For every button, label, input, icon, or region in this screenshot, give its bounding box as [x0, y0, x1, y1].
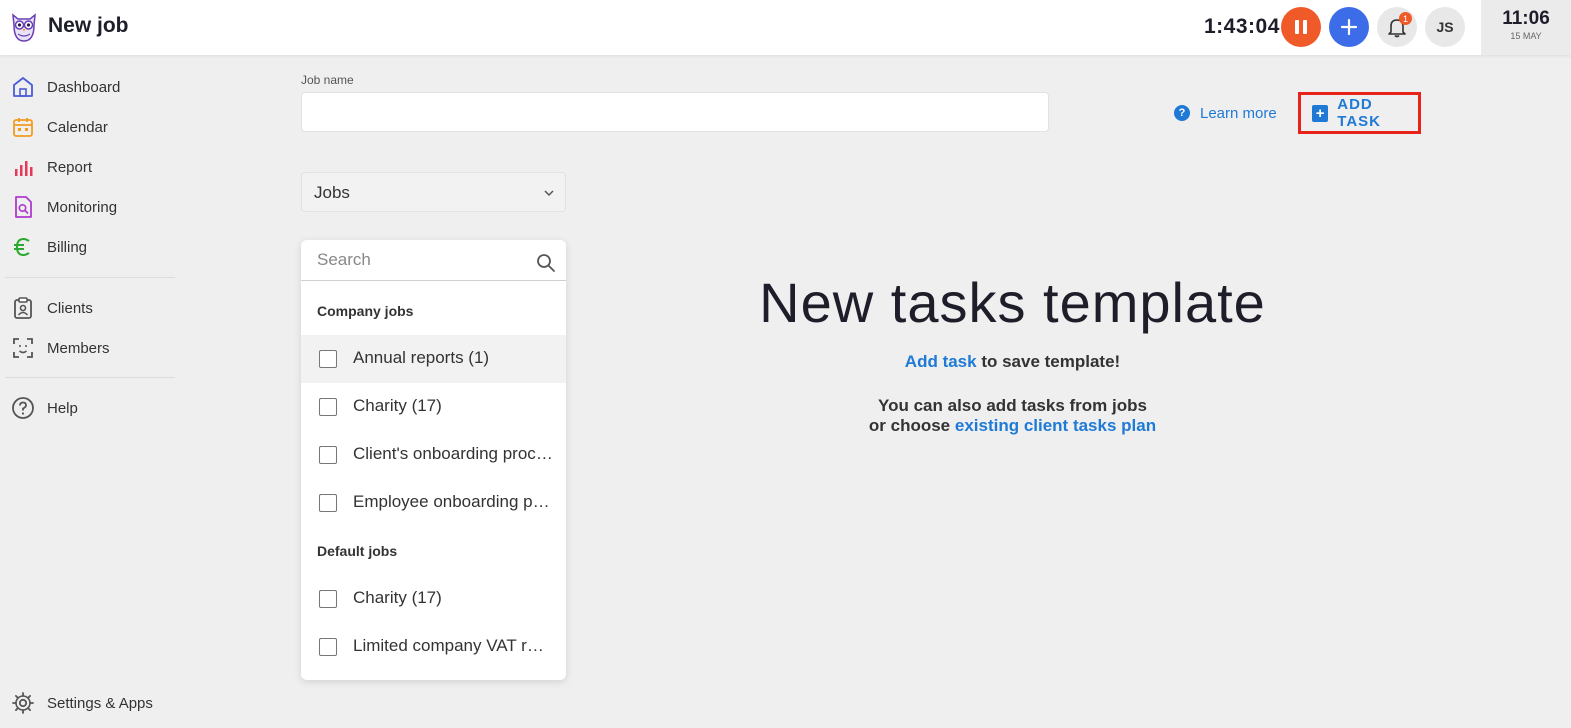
face-scan-icon: [13, 338, 33, 358]
sidebar-item-label: Clients: [47, 299, 93, 317]
sidebar-item-label: Help: [47, 399, 78, 417]
sidebar-item-monitoring[interactable]: Monitoring: [0, 187, 175, 227]
sidebar-item-label: Calendar: [47, 118, 108, 136]
hint-line-2: or choose existing client tasks plan: [700, 416, 1325, 436]
pause-icon: [1295, 20, 1307, 34]
timer-display: 1:43:04: [1204, 15, 1280, 38]
hint-line-1: You can also add tasks from jobs: [878, 396, 1147, 415]
template-hint: Add task to save template!: [700, 352, 1325, 372]
hint-line-2-text: or choose: [868, 416, 955, 435]
sidebar-item-report[interactable]: Report: [0, 147, 175, 187]
template-hint-secondary: You can also add tasks from jobs or choo…: [700, 396, 1325, 436]
job-option[interactable]: Client's onboarding process: [301, 431, 566, 479]
pause-timer-button[interactable]: [1281, 7, 1321, 47]
user-avatar[interactable]: JS: [1425, 7, 1465, 47]
job-option-label: Limited company VAT return: [353, 636, 553, 655]
jobs-dropdown-panel: Company jobs Annual reports (1) Charity …: [301, 240, 566, 680]
checkbox[interactable]: [319, 398, 337, 416]
clipboard-user-icon: [14, 297, 32, 319]
sidebar-divider: [5, 377, 175, 378]
sidebar-item-billing[interactable]: Billing: [0, 227, 175, 267]
sidebar-divider: [5, 277, 175, 278]
sidebar-item-label: Dashboard: [47, 78, 121, 96]
add-task-link[interactable]: Add task: [905, 352, 977, 371]
euro-icon: [14, 237, 30, 257]
document-search-icon: [15, 196, 32, 218]
template-title: New tasks template: [759, 271, 1266, 334]
sidebar-item-help[interactable]: Help: [0, 388, 175, 428]
search-input[interactable]: [301, 240, 526, 280]
sidebar-item-label: Members: [47, 339, 110, 357]
sidebar-item-dashboard[interactable]: Dashboard: [0, 67, 175, 107]
calendar-icon: [13, 118, 33, 137]
top-bar: New job 1:43:04 1 JS 11:06 15 MAY: [0, 0, 1571, 55]
learn-more-link[interactable]: ? Learn more: [1174, 103, 1277, 123]
plus-icon: [1340, 18, 1358, 36]
job-option[interactable]: Employee onboarding process: [301, 479, 566, 527]
search-box: [301, 240, 566, 281]
gear-icon: [12, 692, 34, 714]
chevron-down-icon: [544, 190, 554, 197]
checkbox[interactable]: [319, 446, 337, 464]
existing-plan-link[interactable]: existing client tasks plan: [955, 416, 1156, 435]
jobs-select-value: Jobs: [314, 183, 350, 202]
job-option-label: Annual reports (1): [353, 348, 490, 367]
add-task-label: ADD TASK: [1337, 96, 1381, 130]
sidebar-item-label: Report: [47, 158, 93, 176]
search-icon[interactable]: [536, 253, 556, 273]
sidebar-item-label: Settings & Apps: [47, 694, 153, 712]
clock-date: 15 MAY: [1510, 31, 1542, 41]
job-option[interactable]: Limited company VAT return: [301, 623, 566, 671]
quick-add-button[interactable]: [1329, 7, 1369, 47]
bar-chart-icon: [15, 161, 33, 176]
sidebar-item-calendar[interactable]: Calendar: [0, 107, 175, 147]
job-option[interactable]: Charity (17): [301, 575, 566, 623]
add-task-button[interactable]: + ADD TASK: [1298, 92, 1421, 134]
job-option-label: Charity (17): [353, 588, 442, 607]
question-icon: ?: [1174, 105, 1190, 121]
sidebar-item-settings[interactable]: Settings & Apps: [0, 683, 175, 723]
question-circle-icon: [12, 397, 34, 419]
company-jobs-heading: Company jobs: [317, 303, 414, 319]
add-task-hint-text: to save template!: [976, 352, 1121, 371]
checkbox[interactable]: [319, 590, 337, 608]
sidebar-item-members[interactable]: Members: [0, 328, 175, 368]
checkbox[interactable]: [319, 350, 337, 368]
house-icon: [13, 77, 33, 97]
job-option-label: Charity (17): [353, 396, 442, 415]
job-name-label: Job name: [301, 73, 354, 87]
job-name-input[interactable]: [301, 92, 1049, 132]
page-title: New job: [48, 14, 129, 37]
clock-time: 11:06: [1502, 8, 1550, 29]
job-option[interactable]: Annual reports (1): [301, 335, 566, 383]
learn-more-label: Learn more: [1200, 104, 1277, 122]
checkbox[interactable]: [319, 638, 337, 656]
clock: 11:06 15 MAY: [1481, 0, 1571, 55]
sidebar: Dashboard Calendar Report Monitoring Bil…: [0, 55, 180, 728]
job-option-label: Client's onboarding process: [353, 444, 553, 463]
default-jobs-heading: Default jobs: [317, 543, 398, 559]
notifications-button[interactable]: 1: [1377, 7, 1417, 47]
jobs-select[interactable]: Jobs: [301, 172, 566, 212]
job-option[interactable]: Charity (17): [301, 383, 566, 431]
plus-square-icon: +: [1312, 104, 1329, 122]
sidebar-item-label: Billing: [47, 238, 88, 256]
owl-logo-icon: [12, 13, 36, 42]
checkbox[interactable]: [319, 494, 337, 512]
notification-badge: 1: [1399, 12, 1412, 25]
sidebar-item-clients[interactable]: Clients: [0, 288, 175, 328]
sidebar-item-label: Monitoring: [47, 198, 118, 216]
job-option-label: Employee onboarding process: [353, 492, 553, 511]
